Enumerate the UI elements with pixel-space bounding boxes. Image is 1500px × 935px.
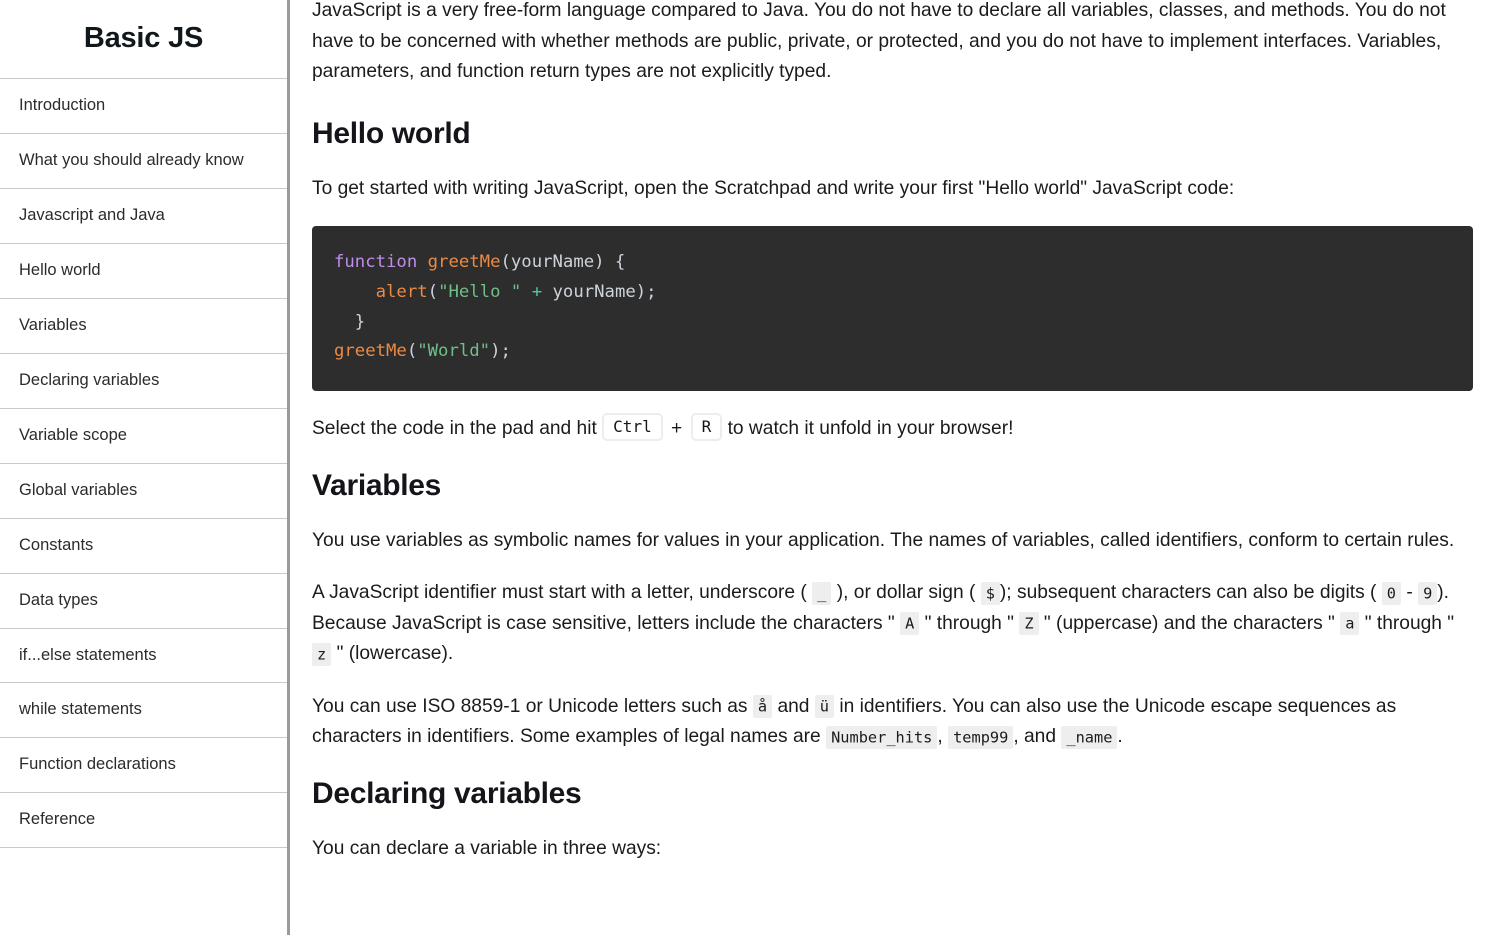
run-hint-before: Select the code in the pad and hit: [312, 418, 597, 440]
code-chip-a-ring: å: [752, 695, 773, 719]
kbd-r[interactable]: R: [690, 413, 723, 442]
sidebar-item-while-statements[interactable]: while statements: [0, 683, 287, 739]
code-chip-temp99: temp99: [948, 725, 1014, 749]
sidebar-item-introduction[interactable]: Introduction: [0, 79, 287, 135]
code-chip-u-umlaut: ü: [814, 695, 835, 719]
sidebar-navigation: Basic JS Introduction What you should al…: [0, 0, 290, 935]
text-seg-1: A JavaScript identifier must start with …: [312, 582, 807, 604]
sidebar-item-reference[interactable]: Reference: [0, 793, 287, 849]
code-chip-dollar: $: [980, 581, 1000, 605]
code-token-keyword: function: [334, 252, 418, 272]
text-seg-1: You can use ISO 8859-1 or Unicode letter…: [312, 695, 748, 717]
text-seg-5: .: [1117, 726, 1123, 748]
code-token-arg-yourname: yourName);: [542, 281, 657, 302]
main-content: JavaScript is a very free-form language …: [290, 0, 1500, 935]
sidebar-item-constants[interactable]: Constants: [0, 518, 287, 574]
code-token-indent: [334, 282, 376, 302]
code-token-string-world: "World": [417, 341, 491, 362]
code-chip-lowercase-z: z: [312, 642, 332, 666]
code-token-params: (yourName) {: [500, 252, 626, 272]
code-block-hello-world[interactable]: function greetMe(yourName) { alert("Hell…: [312, 226, 1473, 392]
text-seg-6: " (uppercase) and the characters ": [1043, 612, 1335, 634]
code-chip-underscore: _: [812, 581, 832, 605]
sidebar-item-function-declarations[interactable]: Function declarations: [0, 738, 287, 794]
code-token-operator-plus: +: [531, 281, 543, 302]
run-hint-separator: +: [671, 418, 683, 440]
code-chip-uppercase-a: A: [900, 612, 920, 636]
declaring-variables-paragraph: You can declare a variable in three ways…: [312, 837, 662, 859]
text-seg-comma: ,: [937, 726, 943, 748]
sidebar-item-hello-world[interactable]: Hello world: [0, 244, 287, 300]
code-chip-uppercase-z: Z: [1019, 612, 1039, 636]
heading-declaring-variables: Declaring variables: [312, 776, 582, 810]
code-token-space-2: [521, 282, 531, 302]
sidebar-item-declaring-variables[interactable]: Declaring variables: [0, 353, 287, 409]
intro-paragraph: JavaScript is a very free-form language …: [312, 0, 1446, 82]
text-seg-5: " through ": [924, 612, 1014, 634]
code-token-call-greetme: greetMe: [334, 341, 407, 362]
kbd-ctrl[interactable]: Ctrl: [602, 413, 663, 442]
heading-variables: Variables: [312, 468, 442, 502]
variables-paragraph-1: You use variables as symbolic names for …: [312, 529, 1455, 551]
sidebar-item-variables[interactable]: Variables: [0, 299, 287, 354]
text-seg-4: , and: [1013, 726, 1057, 748]
sidebar-item-data-types[interactable]: Data types: [0, 573, 287, 629]
code-token-paren-close-semi: );: [490, 341, 511, 362]
variables-paragraph-3: You can use ISO 8859-1 or Unicode letter…: [312, 692, 1473, 753]
code-chip-underscore-name: _name: [1061, 725, 1118, 749]
hello-world-paragraph: To get started with writing JavaScript, …: [312, 177, 1235, 199]
text-seg-3: ); subsequent characters can also be dig…: [999, 582, 1377, 604]
code-token-paren-open: (: [427, 281, 439, 302]
code-token-close-brace: }: [354, 311, 366, 332]
text-seg-dash: -: [1406, 582, 1413, 604]
code-chip-nine: 9: [1418, 581, 1438, 605]
code-content: function greetMe(yourName) { alert("Hell…: [334, 252, 657, 361]
sidebar-item-global-variables[interactable]: Global variables: [0, 463, 287, 519]
code-chip-number-hits: Number_hits: [826, 725, 938, 749]
text-seg-2: ), or dollar sign (: [836, 582, 976, 604]
code-token-function-alert: alert: [375, 281, 428, 302]
run-hint-after: to watch it unfold in your browser!: [727, 418, 1014, 440]
code-chip-zero: 0: [1381, 581, 1401, 605]
variables-paragraph-2: A JavaScript identifier must start with …: [312, 578, 1473, 670]
sidebar-item-if-else-statements[interactable]: if...else statements: [0, 628, 287, 684]
page-layout: Basic JS Introduction What you should al…: [0, 0, 1500, 935]
code-token-string-hello: "Hello ": [438, 281, 522, 302]
code-chip-lowercase-a: a: [1340, 612, 1360, 636]
text-seg-2: and: [777, 695, 810, 717]
code-token-function-greetme: greetMe: [427, 252, 501, 272]
text-seg-7: " through ": [1364, 612, 1455, 634]
sidebar-item-what-you-should-already-know[interactable]: What you should already know: [0, 134, 287, 190]
sidebar-title: Basic JS: [0, 0, 287, 80]
sidebar-item-variable-scope[interactable]: Variable scope: [0, 408, 287, 464]
code-token-paren-open-2: (: [406, 341, 418, 362]
text-seg-8: " (lowercase).: [336, 643, 454, 665]
sidebar-item-javascript-and-java[interactable]: Javascript and Java: [0, 189, 287, 245]
run-hint-paragraph: Select the code in the pad and hit Ctrl …: [312, 413, 1473, 445]
heading-hello-world: Hello world: [312, 116, 471, 150]
